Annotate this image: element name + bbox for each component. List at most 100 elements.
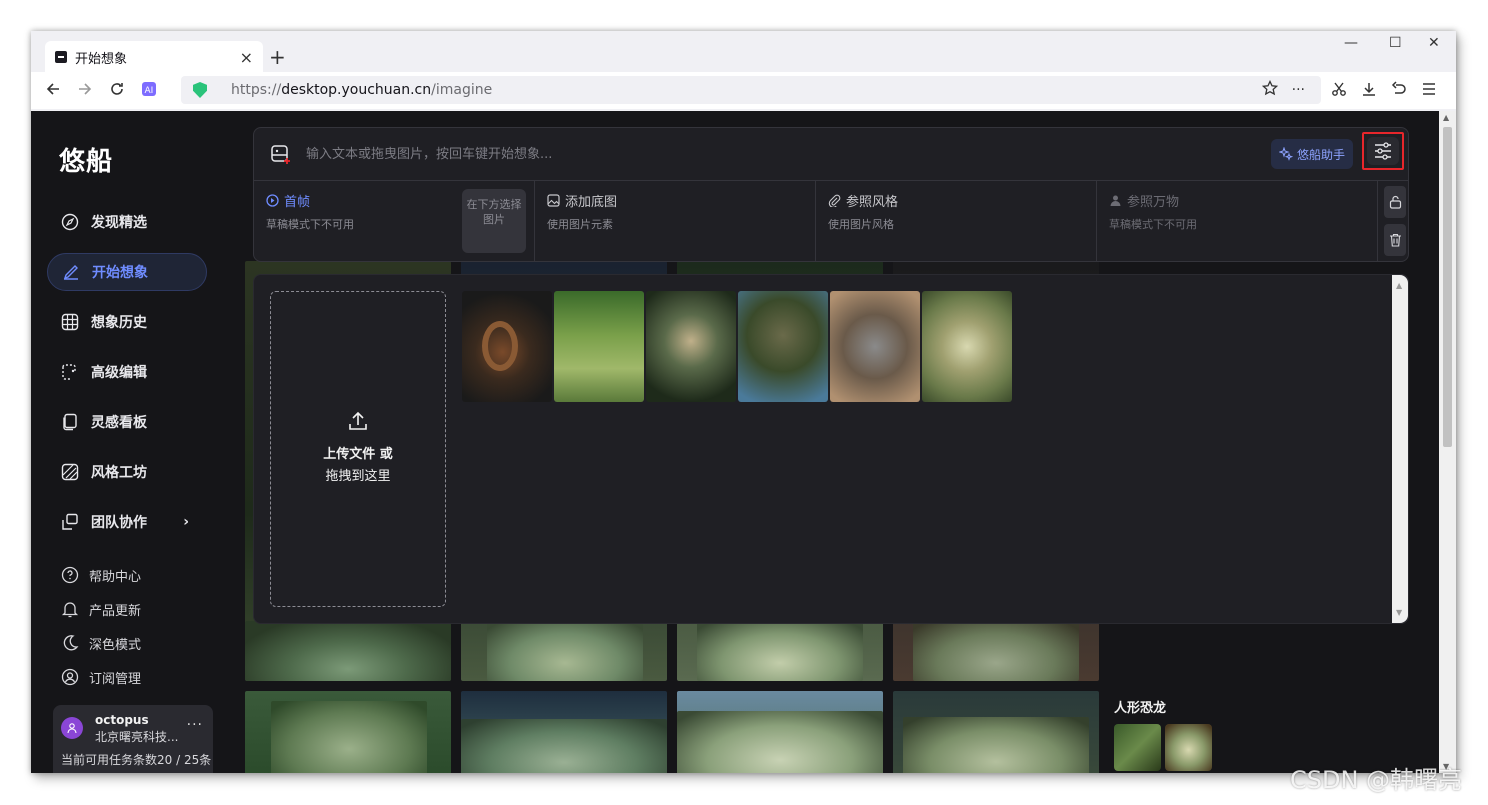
team-icon (61, 513, 79, 531)
uploaded-image-dinosaur-humanoid[interactable] (646, 291, 736, 402)
sidebar-item-updates[interactable]: 产品更新 (61, 597, 141, 621)
scroll-up-icon[interactable]: ▲ (1396, 281, 1402, 290)
sidebar-item-dark-mode[interactable]: 深色模式 (61, 631, 141, 655)
watermark: CSDN @韩曙亮 (1290, 766, 1463, 794)
trash-icon (1389, 233, 1402, 247)
sidebar-item-label: 深色模式 (89, 637, 142, 653)
grid-image[interactable] (677, 691, 883, 773)
tab-bar: 开始想象 × + — ☐ ✕ (31, 31, 1456, 73)
ref-subtitle: 使用图片风格 (828, 218, 894, 231)
moon-icon (61, 634, 79, 652)
upload-dropzone[interactable]: 上传文件 或 拖拽到这里 (270, 291, 446, 607)
sidebar-item-advanced-edit[interactable]: 高级编辑 (47, 353, 207, 391)
grid-image[interactable] (461, 691, 667, 773)
scissors-icon[interactable] (1331, 81, 1347, 101)
url-host: desktop.youchuan.cn (281, 82, 432, 98)
avatar[interactable] (61, 717, 83, 739)
prompt-input[interactable] (306, 142, 1206, 166)
sidebar-item-help[interactable]: 帮助中心 (61, 563, 141, 587)
uploaded-image-forest[interactable] (554, 291, 644, 402)
browser-tab[interactable]: 开始想象 × (45, 41, 263, 73)
address-bar[interactable]: https://desktop.youchuan.cn/imagine ··· (181, 76, 1321, 104)
add-image-icon[interactable] (270, 144, 292, 166)
bookmark-star-icon[interactable] (1261, 79, 1278, 100)
navigation-bar: AI https://desktop.youchuan.cn/imagine ·… (31, 72, 1456, 109)
settings-button[interactable] (1362, 132, 1404, 170)
uploaded-image-triceratops[interactable] (830, 291, 920, 402)
user-more-button[interactable]: ··· (187, 717, 203, 733)
lock-icon (1389, 195, 1402, 209)
assistant-button[interactable]: 悠船助手 (1271, 139, 1353, 169)
user-organization: 北京曙亮科技... (95, 730, 179, 744)
ref-title: 参照风格 (846, 195, 899, 210)
user-card[interactable]: octopus 北京曙亮科技... ··· 当前可用任务条数20 / 25条 (53, 705, 213, 773)
uploaded-image-headphones[interactable] (462, 291, 552, 402)
ref-base-image[interactable]: 添加底图 使用图片元素 (535, 181, 816, 262)
sliders-icon (1373, 142, 1393, 160)
brush-icon (62, 263, 80, 281)
sidebar-item-label: 发现精选 (91, 215, 147, 231)
collection-thumbnail[interactable] (1165, 724, 1212, 771)
shield-icon (193, 82, 207, 98)
upload-text-line2: 拖拽到这里 (325, 469, 391, 484)
ref-omni[interactable]: 参照万物 草稿模式下不可用 (1097, 181, 1378, 262)
sidebar-item-moodboard[interactable]: 灵感看板 (47, 403, 207, 441)
sidebar: 悠船 发现精选 开始想象 想象历史 高级编辑 灵感看板 风格工坊 团队协作 › … (31, 111, 241, 773)
tab-title: 开始想象 (75, 51, 128, 67)
scroll-up-icon[interactable]: ▲ (1443, 113, 1449, 122)
user-name: octopus (95, 713, 149, 727)
collection-label: 人形恐龙 (1114, 701, 1167, 716)
sidebar-item-team[interactable]: 团队协作 › (47, 503, 207, 541)
task-quota: 当前可用任务条数20 / 25条 (61, 753, 211, 767)
board-icon (61, 413, 79, 431)
user-circle-icon (61, 668, 79, 686)
back-icon[interactable] (45, 81, 61, 101)
assistant-label: 悠船助手 (1296, 147, 1345, 162)
ref-first-frame[interactable]: 首帧 草稿模式下不可用 在下方选择图片 (254, 181, 535, 262)
grid-image[interactable] (893, 691, 1099, 773)
minimize-button[interactable]: — (1344, 35, 1358, 51)
delete-button[interactable] (1384, 224, 1406, 256)
close-window-button[interactable]: ✕ (1428, 35, 1440, 51)
undo-icon[interactable] (1391, 81, 1407, 101)
sidebar-item-subscription[interactable]: 订阅管理 (61, 665, 141, 689)
app-logo[interactable]: 悠船 (59, 141, 113, 178)
sidebar-item-discover[interactable]: 发现精选 (47, 203, 207, 241)
pick-image-button[interactable]: 在下方选择图片 (462, 189, 526, 253)
sidebar-item-style-workshop[interactable]: 风格工坊 (47, 453, 207, 491)
uploaded-image-trex[interactable] (738, 291, 828, 402)
style-icon (61, 463, 79, 481)
lock-button[interactable] (1384, 186, 1406, 218)
forward-icon[interactable] (77, 81, 93, 101)
ref-title: 参照万物 (1127, 195, 1180, 210)
sidebar-item-history[interactable]: 想象历史 (47, 303, 207, 341)
ai-extension-icon[interactable]: AI (141, 81, 157, 101)
sidebar-item-label: 团队协作 (91, 515, 147, 531)
download-icon[interactable] (1361, 81, 1377, 101)
person-icon (1109, 194, 1122, 207)
upload-scrollbar[interactable]: ▲ ▼ (1392, 275, 1408, 623)
grid-icon (61, 313, 79, 331)
uploaded-image-baby-dinosaur[interactable] (922, 291, 1012, 402)
maximize-button[interactable]: ☐ (1389, 35, 1402, 51)
scroll-down-icon[interactable]: ▼ (1396, 608, 1402, 617)
grid-image[interactable] (245, 691, 451, 773)
prompt-panel: 悠船助手 首帧 草稿模式下不可用 在下方选择图片 (253, 127, 1409, 262)
more-options-icon[interactable]: ··· (1292, 82, 1305, 98)
ref-subtitle: 使用图片元素 (547, 218, 613, 231)
tab-close-button[interactable]: × (240, 48, 253, 67)
sparkle-icon (1278, 147, 1293, 161)
sidebar-item-label: 开始想象 (92, 265, 148, 281)
collection-thumbnail[interactable] (1114, 724, 1161, 771)
menu-icon[interactable] (1421, 81, 1437, 101)
ref-subtitle: 草稿模式下不可用 (266, 218, 354, 231)
page-scrollbar[interactable]: ▲ ▼ (1439, 111, 1456, 773)
ref-style[interactable]: 参照风格 使用图片风格 (816, 181, 1097, 262)
sidebar-item-label: 产品更新 (89, 603, 142, 619)
sidebar-item-imagine[interactable]: 开始想象 (47, 253, 207, 291)
reload-icon[interactable] (109, 81, 125, 101)
chevron-right-icon: › (183, 514, 189, 530)
scrollbar-thumb[interactable] (1443, 127, 1452, 447)
new-tab-button[interactable]: + (269, 45, 286, 69)
site-favicon-icon (55, 51, 67, 63)
